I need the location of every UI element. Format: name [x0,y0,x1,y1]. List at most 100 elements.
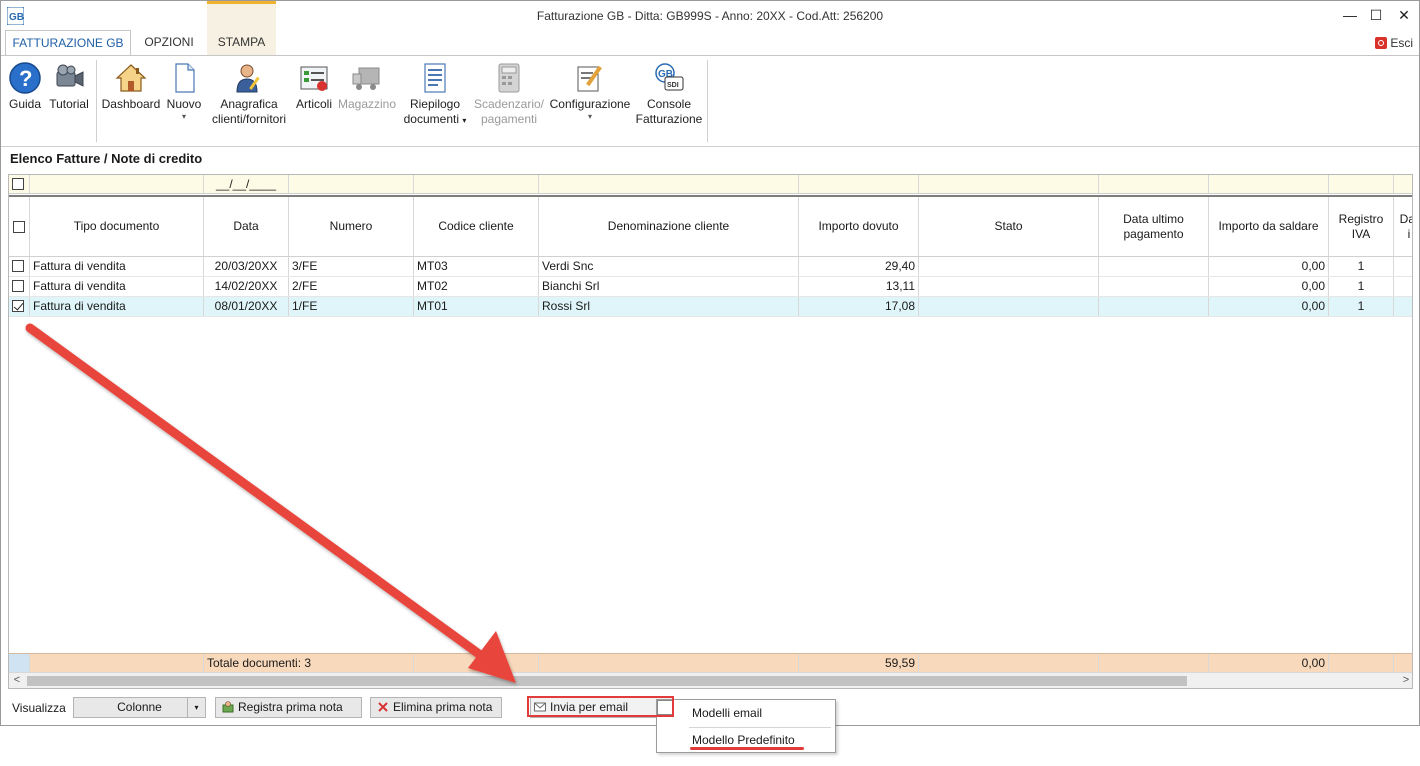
minimize-button[interactable]: — [1336,5,1364,25]
cell-codice: MT01 [414,297,539,316]
totals-data-pagamento [1099,654,1209,672]
tab-stampa[interactable]: STAMPA [207,30,276,55]
header-checkbox-cell[interactable] [9,197,30,256]
column-headers: Tipo documento Data Numero Codice client… [9,195,1412,257]
annotation-highlight-box [527,696,674,717]
magazzino-button[interactable]: Magazzino [337,62,397,112]
horizontal-scrollbar[interactable]: < > [9,672,1412,688]
table-row[interactable]: Fattura di vendita 14/02/20XX 2/FE MT02 … [9,277,1412,297]
console-fatturazione-button[interactable]: GB SDI Console Fatturazione [635,62,703,127]
totals-registro [1329,654,1394,672]
exit-button[interactable]: Esci [1375,36,1413,50]
column-header-saldare[interactable]: Importo da saldare [1209,197,1329,256]
cell-registro: 1 [1329,297,1394,316]
column-header-codice[interactable]: Codice cliente [414,197,539,256]
cell-tipo: Fattura di vendita [30,297,204,316]
filter-stato[interactable] [919,175,1099,193]
table-row-selected[interactable]: Fattura di vendita 08/01/20XX 1/FE MT01 … [9,297,1412,317]
column-header-extra[interactable]: Dat i [1394,197,1412,256]
totals-indicator [9,654,30,672]
ribbon-toolbar: ? Guida Tutorial Dashboard Nuovo ▾ Anagr… [1,55,1419,147]
cell-registro: 1 [1329,277,1394,296]
filter-numero[interactable] [289,175,414,193]
row-checkbox[interactable] [12,260,24,272]
anagrafica-button[interactable]: Anagrafica clienti/fornitori [207,62,291,127]
tab-fatturazione-gb[interactable]: FATTURAZIONE GB [5,30,131,55]
column-header-data-pagamento[interactable]: Data ultimo pagamento [1099,197,1209,256]
colonne-dropdown[interactable]: Colonne ▾ [73,697,206,718]
totals-label: Totale documenti: 3 [204,654,414,672]
cell-data: 20/03/20XX [204,257,289,276]
cell-denominazione: Rossi Srl [539,297,799,316]
close-button[interactable]: ✕ [1390,5,1418,25]
scadenzario-label-2: pagamenti [480,112,538,126]
cell-data: 08/01/20XX [204,297,289,316]
scadenzario-button[interactable]: Scadenzario/ pagamenti [473,62,545,127]
cell-tipo: Fattura di vendita [30,257,204,276]
filter-registro[interactable] [1329,175,1394,193]
filter-saldare[interactable] [1209,175,1329,193]
scroll-left-arrow[interactable]: < [9,673,25,688]
column-header-registro[interactable]: Registro IVA [1329,197,1394,256]
totals-importo: 59,59 [799,654,919,672]
page-title: Elenco Fatture / Note di credito [10,151,203,166]
scrollbar-thumb[interactable] [27,676,1187,686]
column-header-stato[interactable]: Stato [919,197,1099,256]
riepilogo-label-2: documenti [403,112,459,126]
column-header-denominazione[interactable]: Denominazione cliente [539,197,799,256]
filter-data-pagamento[interactable] [1099,175,1209,193]
row-checkbox-cell[interactable] [9,257,30,276]
column-header-numero[interactable]: Numero [289,197,414,256]
filter-data[interactable]: __/__/____ [204,175,289,193]
cell-stato [919,277,1099,296]
column-header-tipo[interactable]: Tipo documento [30,197,204,256]
ribbon-separator [707,60,708,142]
header-checkbox[interactable] [13,220,25,233]
cell-data-pagamento [1099,277,1209,296]
cell-numero: 2/FE [289,277,414,296]
totals-codice [414,654,539,672]
tutorial-label: Tutorial [49,97,89,111]
row-checkbox[interactable] [12,280,24,292]
column-header-importo[interactable]: Importo dovuto [799,197,919,256]
filter-tipo[interactable] [30,175,204,193]
ribbon-separator [96,60,97,142]
nuovo-button[interactable]: Nuovo ▾ [163,62,205,122]
menu-item-modelli-email[interactable]: Modelli email [692,706,762,720]
chevron-down-icon[interactable]: ▾ [187,698,205,717]
articoli-button[interactable]: Articoli [293,62,335,112]
table-row[interactable]: Fattura di vendita 20/03/20XX 3/FE MT03 … [9,257,1412,277]
select-all-checkbox[interactable] [12,178,24,190]
gb-sdi-icon: GB SDI [655,63,684,91]
scroll-right-arrow[interactable]: > [1398,673,1412,688]
row-checkbox-cell[interactable] [9,277,30,296]
guida-button[interactable]: ? Guida [7,62,43,112]
filter-codice[interactable] [414,175,539,193]
cell-numero: 3/FE [289,257,414,276]
checklist-icon [300,66,328,91]
menu-divider [689,727,831,728]
row-checkbox-cell[interactable] [9,297,30,316]
totals-saldare: 0,00 [1209,654,1329,672]
column-header-data[interactable]: Data [204,197,289,256]
dashboard-button[interactable]: Dashboard [101,62,161,112]
scadenzario-label-1: Scadenzario/ [473,97,545,111]
riepilogo-documenti-button[interactable]: Riepilogo documenti ▾ [399,62,471,128]
tab-opzioni[interactable]: OPZIONI [135,30,203,55]
filter-importo[interactable] [799,175,919,193]
filter-denominazione[interactable] [539,175,799,193]
chevron-down-icon: ▾ [587,112,592,121]
elimina-prima-nota-button[interactable]: Elimina prima nota [370,697,502,718]
new-document-icon [175,63,195,93]
email-dropdown-menu: Modelli email Modello Predefinito [656,699,836,753]
registra-prima-nota-button[interactable]: Registra prima nota [215,697,362,718]
select-all-filter[interactable] [9,175,30,193]
tutorial-button[interactable]: Tutorial [47,62,91,112]
menu-item-modello-predefinito[interactable]: Modello Predefinito [692,733,795,747]
cell-extra [1394,277,1412,296]
configurazione-button[interactable]: Configurazione ▾ [547,62,633,122]
filter-extra[interactable] [1394,175,1412,193]
maximize-button[interactable]: ☐ [1362,5,1390,25]
cell-tipo: Fattura di vendita [30,277,204,296]
row-checkbox-checked[interactable] [12,300,24,312]
